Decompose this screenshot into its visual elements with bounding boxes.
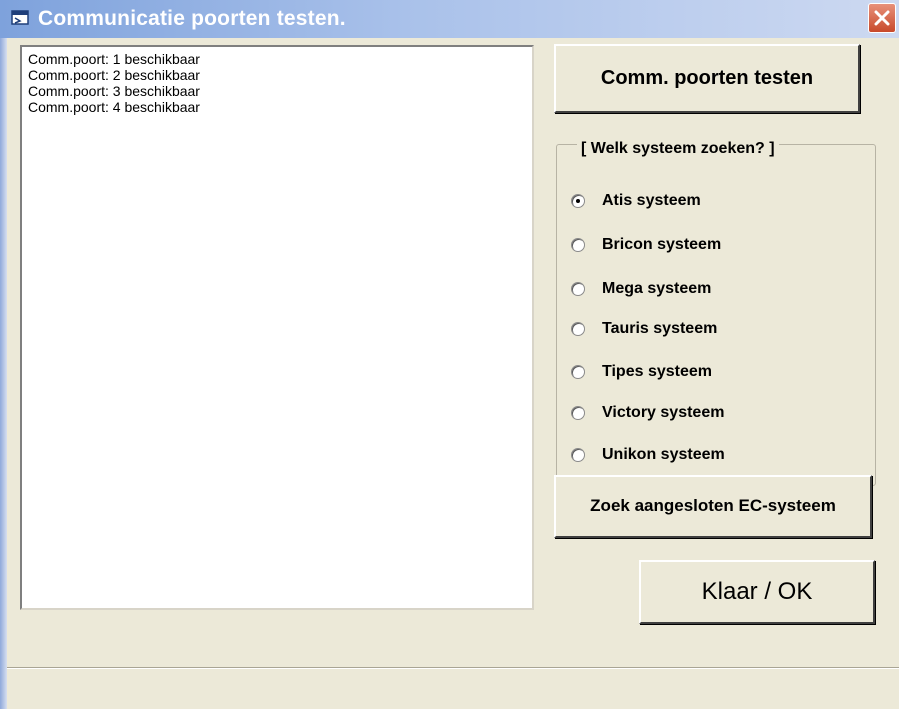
- radio-icon[interactable]: [571, 406, 585, 420]
- title-bar[interactable]: Communicatie poorten testen.: [0, 0, 899, 38]
- radio-label[interactable]: Tauris systeem: [602, 318, 717, 340]
- list-item[interactable]: Comm.poort: 3 beschikbaar: [28, 83, 532, 99]
- port-results-list[interactable]: Comm.poort: 1 beschikbaar Comm.poort: 2 …: [20, 45, 534, 610]
- radio-selected-icon[interactable]: [571, 194, 585, 208]
- radio-icon[interactable]: [571, 282, 585, 296]
- list-item[interactable]: Comm.poort: 1 beschikbaar: [28, 51, 532, 67]
- status-bar-edge: [7, 668, 899, 669]
- group-legend: [ Welk systeem zoeken? ]: [577, 138, 779, 160]
- radio-label[interactable]: Tipes systeem: [602, 361, 712, 383]
- search-system-button[interactable]: Zoek aangesloten EC-systeem: [554, 475, 872, 538]
- list-item[interactable]: Comm.poort: 2 beschikbaar: [28, 67, 532, 83]
- window-title: Communicatie poorten testen.: [38, 7, 346, 30]
- radio-icon[interactable]: [571, 322, 585, 336]
- window-app-icon: [11, 10, 29, 26]
- radio-label[interactable]: Bricon systeem: [602, 234, 721, 256]
- close-icon: [874, 10, 890, 26]
- radio-icon[interactable]: [571, 448, 585, 462]
- ok-button[interactable]: Klaar / OK: [639, 560, 875, 624]
- radio-label[interactable]: Victory systeem: [602, 402, 724, 424]
- radio-label[interactable]: Unikon systeem: [602, 444, 725, 466]
- radio-label[interactable]: Atis systeem: [602, 190, 701, 212]
- dialog-window: Communicatie poorten testen. Comm.poort:…: [0, 0, 899, 709]
- status-bar: [7, 667, 899, 709]
- list-item[interactable]: Comm.poort: 4 beschikbaar: [28, 99, 532, 115]
- test-ports-button[interactable]: Comm. poorten testen: [554, 44, 860, 113]
- close-button[interactable]: [868, 3, 896, 33]
- radio-icon[interactable]: [571, 365, 585, 379]
- window-frame-left: [0, 38, 7, 709]
- radio-label[interactable]: Mega systeem: [602, 278, 711, 300]
- radio-icon[interactable]: [571, 238, 585, 252]
